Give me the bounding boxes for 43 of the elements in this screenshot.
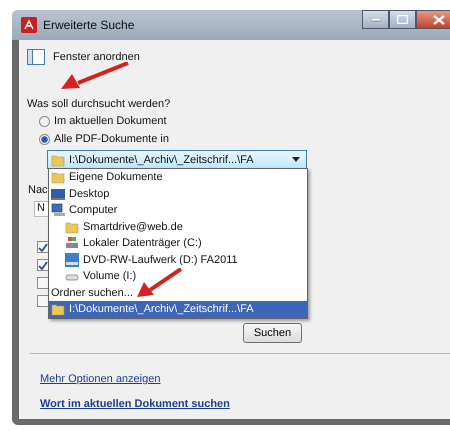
close-icon — [433, 14, 445, 24]
maximize-icon — [397, 15, 408, 24]
search-scope-question: Was soll durchsucht werden? — [27, 98, 172, 110]
minimize-icon — [370, 18, 380, 22]
dropdown-item[interactable]: Smartdrive@web.de — [49, 218, 307, 235]
minimize-button[interactable] — [362, 10, 389, 29]
checkbox[interactable] — [37, 295, 49, 307]
radio-label[interactable]: Alle PDF-Dokumente in — [54, 133, 169, 145]
dropdown-item[interactable]: Desktop — [49, 186, 307, 202]
close-button[interactable] — [416, 10, 450, 29]
desktop-icon — [51, 186, 65, 201]
caret-icon — [292, 157, 300, 162]
annotation-arrow — [60, 62, 130, 90]
dropdown-item[interactable]: I:\Dokumente\_Archiv\_Zeitschrif...\FA — [49, 301, 307, 318]
checkbox[interactable] — [37, 241, 49, 253]
dropdown-item[interactable]: Lokaler Datenträger (C:) — [49, 235, 307, 252]
hard-drive-icon — [65, 236, 79, 250]
folder-icon — [51, 302, 65, 316]
folder-combo-box[interactable]: I:\Dokumente\_Archiv\_Zeitschrif...\FA — [47, 150, 307, 169]
radio-button[interactable] — [39, 116, 50, 126]
link[interactable]: Mehr Optionen anzeigen — [40, 373, 160, 385]
checkbox[interactable] — [37, 277, 49, 289]
search-button[interactable]: Suchen — [243, 323, 302, 343]
computer-icon — [51, 203, 65, 218]
app-logo-icon — [21, 17, 37, 33]
window-layout-icon[interactable] — [27, 49, 45, 65]
folder-icon — [51, 170, 65, 184]
window-title: Erweiterte Suche — [43, 18, 134, 32]
dropdown-item[interactable]: Eigene Dokumente — [49, 169, 307, 186]
field-label: Nac — [28, 184, 48, 196]
dvd-drive-icon — [65, 252, 79, 267]
radio-label[interactable]: Im aktuellen Dokument — [54, 115, 166, 127]
arrange-window-label[interactable]: Fenster anordnen — [53, 51, 140, 63]
checkbox[interactable] — [37, 259, 49, 271]
radio-button[interactable] — [39, 134, 50, 144]
dropdown-item[interactable]: Computer — [49, 202, 307, 218]
dropdown-item[interactable]: Ordner suchen... — [49, 284, 307, 301]
dropdown-item[interactable]: DVD-RW-Laufwerk (D:) FA2011 — [49, 252, 307, 268]
annotation-arrow — [136, 268, 182, 298]
dropdown-item[interactable]: Volume (I:) — [49, 268, 307, 284]
folder-icon — [65, 220, 79, 234]
link[interactable]: Wort im aktuellen Dokument suchen — [40, 398, 230, 410]
maximize-button[interactable] — [389, 10, 416, 29]
